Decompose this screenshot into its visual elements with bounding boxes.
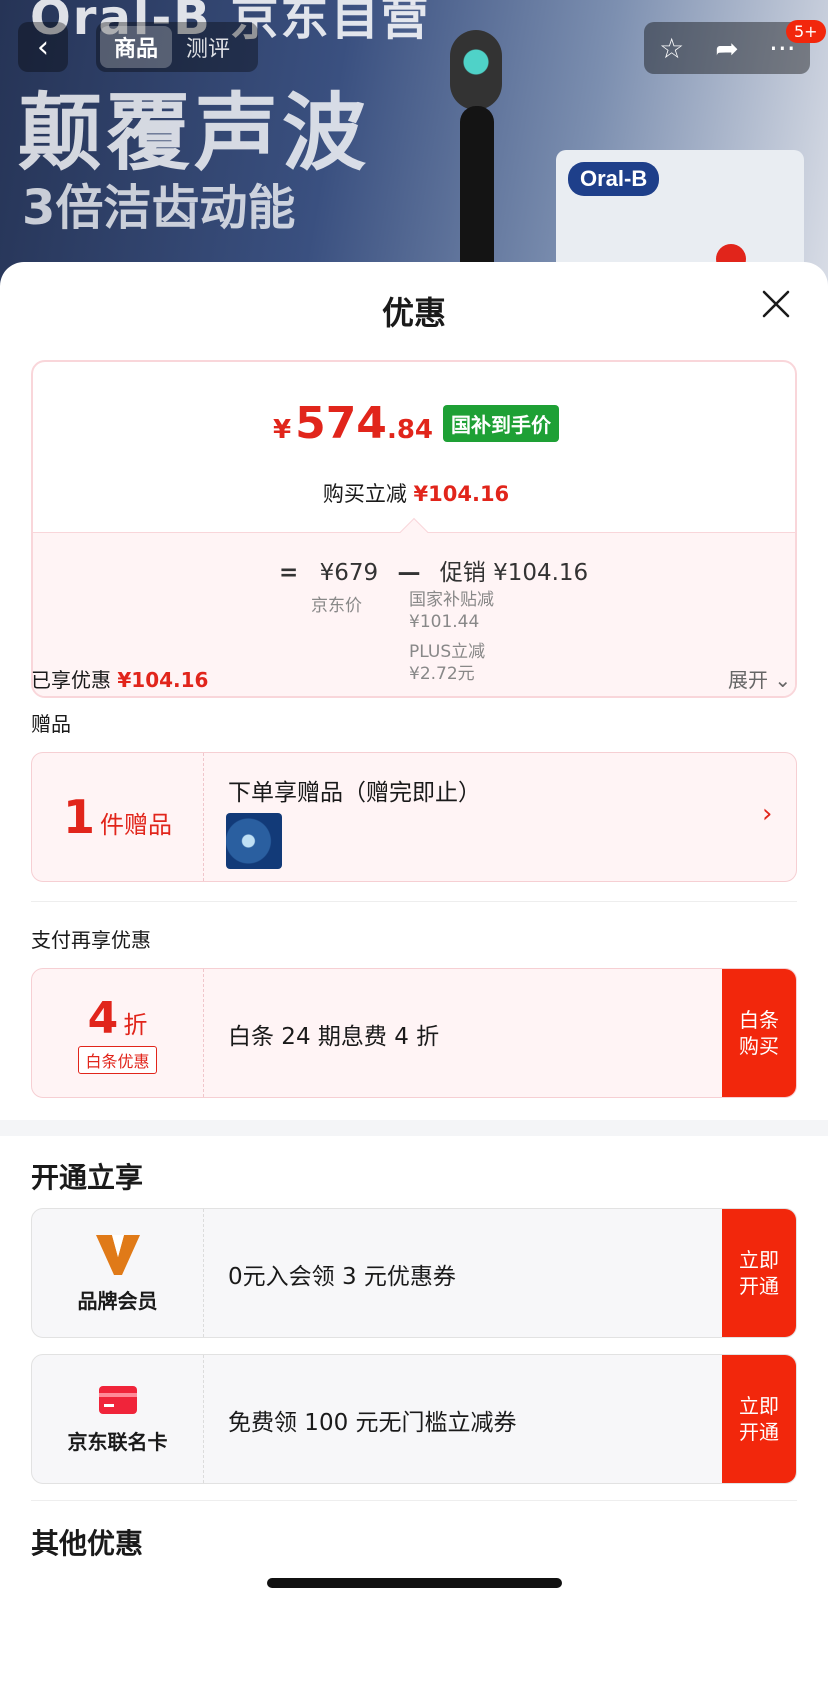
promo-value: ¥104.16 [493,560,589,586]
brand-member-card: 品牌会员 0元入会领 3 元优惠券 立即开通 [31,1208,797,1338]
instant-discount: 购买立减 ¥104.16 [322,482,510,506]
back-button[interactable]: ‹ [18,22,68,72]
gift-thumbnail[interactable] [226,813,282,869]
credit-card-icon [98,1385,137,1414]
jd-price: ¥679 [319,560,379,586]
tab-product[interactable]: 商品 [100,26,173,68]
price-integer: 574 [295,398,387,449]
brand-member-open-button[interactable]: 立即开通 [722,1209,796,1337]
subsidy-price-tag: 国补到手价 [443,405,559,442]
discount-number: 4 [87,992,119,1044]
share-icon[interactable]: ➦ [707,32,747,65]
gift-section-label: 赠品 [31,712,71,736]
banner-subline: 3倍洁齿动能 [22,180,296,236]
cobrand-text: 免费领 100 元无门槛立减券 [228,1410,517,1436]
subsidy-detail: 国家补贴减 ¥101.44 [409,590,494,632]
toothbrush-image [442,30,512,300]
brand-member-text: 0元入会领 3 元优惠券 [228,1264,456,1290]
price-formula: = ¥679 — 促销 ¥104.16 [279,560,589,586]
chevron-left-icon: ‹ [37,29,49,65]
other-section-title: 其他优惠 [31,1527,144,1560]
notification-badge: 5+ [786,20,826,43]
enjoyed-discount: 已享优惠 ¥104.16 [31,668,209,692]
pay-section-label: 支付再享优惠 [31,928,151,952]
box-logo: Oral-B [568,162,660,196]
tab-review[interactable]: 测评 [172,26,244,68]
open-section-title: 开通立享 [31,1161,144,1194]
cobrand-card: 京东联名卡 免费领 100 元无门槛立减券 立即开通 [31,1354,797,1484]
baitiao-text: 白条 24 期息费 4 折 [228,1024,440,1050]
chevron-down-icon: ⌄ [774,668,792,692]
baitiao-badge: 白条优惠 [78,1045,157,1074]
chevron-right-icon: › [762,799,773,829]
plus-detail: PLUS立减 ¥2.72元 [409,642,486,684]
baitiao-card: 4 折 白条优惠 白条 24 期息费 4 折 白条购买 [31,968,797,1098]
cobrand-label: 京东联名卡 [67,1429,168,1454]
price-card: ¥ 574 .84 国补到手价 购买立减 ¥104.16 = ¥679 — 促销… [31,360,797,698]
star-icon[interactable]: ☆ [652,32,692,65]
price-decimal: .84 [386,415,433,445]
gift-card[interactable]: 1 件赠品 下单享赠品（赠完即止） › [31,752,797,882]
close-icon[interactable] [758,286,794,322]
gift-unit: 件赠品 [100,811,173,839]
top-tabs: 商品 测评 [96,22,258,72]
baitiao-buy-button[interactable]: 白条购买 [722,969,796,1097]
final-price: ¥ 574 .84 国补到手价 [33,398,795,449]
brand-member-label: 品牌会员 [77,1288,158,1313]
discount-sheet: 优惠 ¥ 574 .84 国补到手价 购买立减 ¥104.16 = ¥679 —… [0,262,828,1701]
gift-text: 下单享赠品（赠完即止） [228,780,481,806]
gift-count: 1 [62,790,95,844]
home-indicator [267,1578,562,1588]
expand-button[interactable]: 展开 ⌄ [728,664,791,693]
brand-v-icon [95,1234,140,1275]
sheet-title: 优惠 [381,294,446,332]
discount-unit: 折 [123,1010,148,1039]
cobrand-open-button[interactable]: 立即开通 [722,1355,796,1483]
jd-price-label: 京东价 [311,596,362,616]
